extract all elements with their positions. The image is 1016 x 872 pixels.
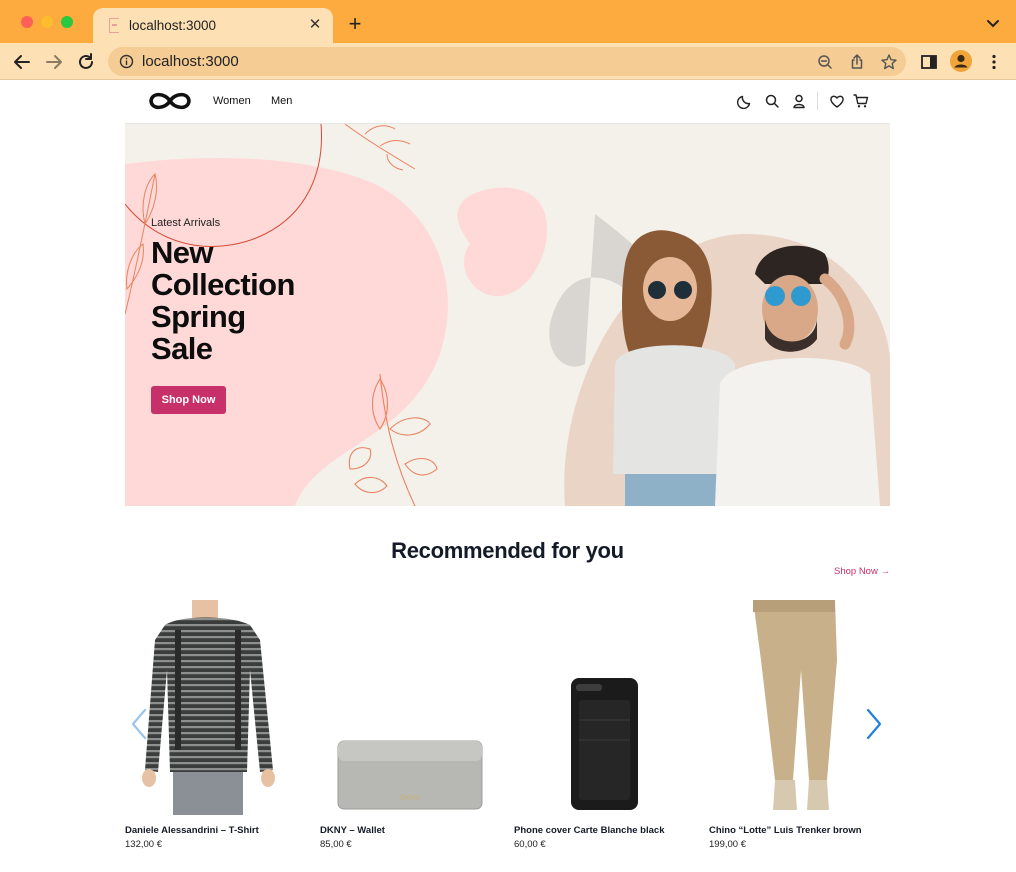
hero-title: New Collection Spring Sale bbox=[151, 237, 351, 365]
browser-toolbar: localhost:3000 bbox=[0, 43, 1016, 80]
tab-close-icon[interactable]: ✕ bbox=[305, 15, 325, 35]
forward-arrow-icon[interactable] bbox=[43, 51, 65, 73]
infinity-logo-icon[interactable] bbox=[147, 90, 193, 112]
shop-now-link[interactable]: Shop Now → bbox=[834, 566, 890, 577]
zoom-out-icon[interactable] bbox=[816, 53, 834, 71]
user-icon[interactable] bbox=[791, 93, 807, 109]
close-window-button[interactable] bbox=[21, 16, 33, 28]
nav-link-women[interactable]: Women bbox=[213, 95, 251, 107]
maximize-window-button[interactable] bbox=[61, 16, 73, 28]
product-card[interactable]: Daniele Alessandrini – T-Shirt 132,00 € bbox=[125, 600, 295, 850]
tab-title: localhost:3000 bbox=[129, 18, 217, 33]
carousel-next-arrow-icon[interactable] bbox=[865, 708, 883, 740]
nav-link-men[interactable]: Men bbox=[271, 95, 292, 107]
site-info-icon[interactable] bbox=[119, 54, 134, 69]
minimize-window-button[interactable] bbox=[41, 16, 53, 28]
share-icon[interactable] bbox=[848, 53, 866, 71]
bookmark-star-icon[interactable] bbox=[880, 53, 898, 71]
browser-tab-bar: localhost:3000 ✕ + bbox=[0, 0, 1016, 43]
header-divider bbox=[817, 92, 818, 110]
product-price: 85,00 € bbox=[320, 839, 352, 850]
product-card[interactable]: Chino “Lotte” Luis Trenker brown 199,00 … bbox=[709, 600, 879, 850]
cart-icon[interactable] bbox=[853, 93, 869, 109]
product-card[interactable]: DKNY DKNY – Wallet 85,00 € bbox=[320, 600, 490, 850]
profile-avatar-icon[interactable] bbox=[950, 50, 972, 72]
favicon-icon bbox=[109, 18, 119, 33]
product-image-tshirt bbox=[142, 600, 275, 815]
new-tab-button[interactable]: + bbox=[344, 13, 366, 35]
product-card[interactable]: Phone cover Carte Blanche black 60,00 € bbox=[514, 600, 684, 850]
hero-title-line: New bbox=[151, 235, 214, 270]
carousel-prev-arrow-icon[interactable] bbox=[130, 708, 148, 740]
back-arrow-icon[interactable] bbox=[11, 51, 33, 73]
address-bar[interactable]: localhost:3000 bbox=[108, 47, 906, 76]
recommended-title: Recommended for you bbox=[391, 538, 624, 563]
kebab-menu-icon[interactable] bbox=[984, 52, 1004, 72]
product-name[interactable]: DKNY – Wallet bbox=[320, 825, 385, 836]
product-name[interactable]: Phone cover Carte Blanche black bbox=[514, 825, 664, 836]
hero-title-line: Spring bbox=[151, 299, 246, 334]
product-image-chino bbox=[753, 600, 837, 810]
product-price: 132,00 € bbox=[125, 839, 162, 850]
product-price: 60,00 € bbox=[514, 839, 546, 850]
hero-subtitle: Latest Arrivals bbox=[151, 217, 221, 229]
side-panel-icon[interactable] bbox=[919, 52, 939, 72]
product-name[interactable]: Daniele Alessandrini – T-Shirt bbox=[125, 825, 259, 836]
hero-title-line: Collection bbox=[151, 267, 295, 302]
reload-icon[interactable] bbox=[75, 51, 97, 73]
product-image-wallet: DKNY bbox=[337, 740, 483, 810]
site-header: Women Men bbox=[125, 80, 890, 124]
search-icon[interactable] bbox=[764, 93, 780, 109]
browser-tab[interactable]: localhost:3000 ✕ bbox=[93, 8, 333, 43]
moon-icon[interactable] bbox=[737, 93, 753, 109]
chevron-down-icon[interactable] bbox=[984, 14, 1002, 32]
product-price: 199,00 € bbox=[709, 839, 746, 850]
svg-text:DKNY: DKNY bbox=[400, 795, 420, 802]
heart-icon[interactable] bbox=[829, 93, 845, 109]
hero-title-line: Sale bbox=[151, 331, 213, 366]
shop-now-button[interactable]: Shop Now bbox=[151, 386, 226, 414]
url-text: localhost:3000 bbox=[142, 53, 239, 70]
product-name[interactable]: Chino “Lotte” Luis Trenker brown bbox=[709, 825, 862, 836]
product-image-phone-cover bbox=[571, 678, 638, 810]
hero-banner: Latest Arrivals New Collection Spring Sa… bbox=[125, 124, 890, 506]
